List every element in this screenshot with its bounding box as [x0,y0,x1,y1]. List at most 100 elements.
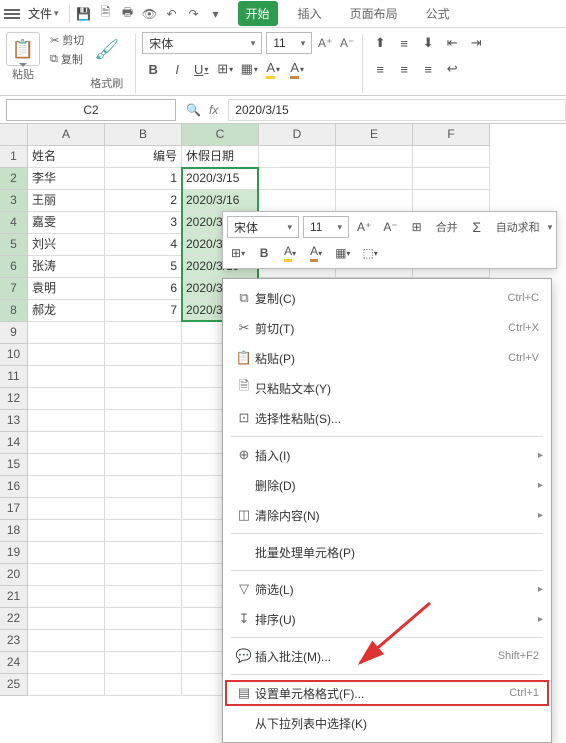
cell[interactable]: 2020/3/16 [182,190,259,212]
cell[interactable] [336,146,413,168]
col-header-A[interactable]: A [28,124,105,146]
cell[interactable] [28,322,105,344]
cell[interactable]: 1 [105,168,182,190]
ctx-insert[interactable]: ⊕ 插入(I) [223,440,551,470]
row-header[interactable]: 12 [0,388,28,410]
ctx-dropdown-pick[interactable]: 从下拉列表中选择(K) [223,708,551,738]
ctx-filter[interactable]: ▽ 筛选(L) [223,574,551,604]
row-header[interactable]: 2 [0,168,28,190]
cell[interactable]: 2020/3/15 [182,168,259,190]
file-menu[interactable]: 文件 ▾ [24,3,63,24]
align-middle-icon[interactable]: ≡ [393,32,415,54]
ctx-delete[interactable]: 删除(D) [223,470,551,500]
row-header[interactable]: 7 [0,278,28,300]
cell[interactable]: 6 [105,278,182,300]
cell[interactable] [28,674,105,696]
row-header[interactable]: 8 [0,300,28,322]
cell[interactable] [28,388,105,410]
underline-button[interactable]: U▾ [190,58,212,80]
increase-font-icon[interactable]: A⁺ [316,36,334,50]
cell[interactable] [413,146,490,168]
paste-button[interactable]: 📋 [6,32,40,66]
cell[interactable] [336,168,413,190]
cell[interactable] [28,366,105,388]
row-header[interactable]: 5 [0,234,28,256]
cell[interactable] [413,190,490,212]
cell[interactable] [105,542,182,564]
cell[interactable] [336,190,413,212]
print-preview-icon[interactable]: 👁 [142,6,158,22]
mini-autosum-icon[interactable]: Σ [466,216,488,238]
ctx-cut[interactable]: ✂ 剪切(T) Ctrl+X [223,313,551,343]
redo-icon[interactable]: ↷ [186,6,202,22]
cell[interactable] [105,586,182,608]
cell[interactable] [105,344,182,366]
cell[interactable]: 姓名 [28,146,105,168]
cell[interactable] [28,520,105,542]
tab-start[interactable]: 开始 [238,1,278,26]
align-left-icon[interactable]: ≡ [369,58,391,80]
row-header[interactable]: 19 [0,542,28,564]
mini-merge-button[interactable]: 合并 [432,216,462,238]
cell[interactable] [413,168,490,190]
align-center-icon[interactable]: ≡ [393,58,415,80]
row-header[interactable]: 15 [0,454,28,476]
row-header[interactable]: 1 [0,146,28,168]
cell[interactable] [105,366,182,388]
cell[interactable] [105,564,182,586]
cell[interactable] [105,476,182,498]
row-header[interactable]: 9 [0,322,28,344]
ctx-clear[interactable]: ◫ 清除内容(N) [223,500,551,530]
ctx-sort[interactable]: ↧ 排序(U) [223,604,551,634]
cell-style-button[interactable]: ▦▾ [238,58,260,80]
cell[interactable] [28,630,105,652]
save-icon[interactable]: 💾 [76,6,92,22]
row-header[interactable]: 21 [0,586,28,608]
cell[interactable]: 张涛 [28,256,105,278]
row-header[interactable]: 16 [0,476,28,498]
row-header[interactable]: 25 [0,674,28,696]
ctx-paste[interactable]: 📋 粘贴(P) Ctrl+V [223,343,551,373]
align-top-icon[interactable]: ⬆ [369,32,391,54]
hamburger-icon[interactable] [4,9,20,19]
cell[interactable]: 李华 [28,168,105,190]
save-as-icon[interactable]: 🗎 [98,6,114,22]
font-size-select[interactable]: 11▾ [266,32,312,54]
cell[interactable] [28,608,105,630]
row-header[interactable]: 17 [0,498,28,520]
cell[interactable] [105,652,182,674]
decrease-font-icon[interactable]: A⁻ [338,36,356,50]
cell[interactable] [28,432,105,454]
ctx-paste-special[interactable]: ⊡ 选择性粘贴(S)... [223,403,551,433]
cell[interactable]: 休假日期 [182,146,259,168]
undo-icon[interactable]: ↶ [164,6,180,22]
row-header[interactable]: 4 [0,212,28,234]
cell[interactable] [105,630,182,652]
align-right-icon[interactable]: ≡ [417,58,439,80]
cell[interactable] [28,476,105,498]
cell[interactable] [259,146,336,168]
tab-layout[interactable]: 页面布局 [342,1,406,26]
cell[interactable] [105,454,182,476]
cell[interactable]: 3 [105,212,182,234]
fx-icon[interactable]: fx [209,103,218,117]
border-button[interactable]: ⊞▾ [214,58,236,80]
qat-more-icon[interactable]: ▾ [208,6,224,22]
cell[interactable] [105,520,182,542]
cell[interactable]: 4 [105,234,182,256]
row-header[interactable]: 14 [0,432,28,454]
row-header[interactable]: 23 [0,630,28,652]
row-header[interactable]: 13 [0,410,28,432]
row-header[interactable]: 11 [0,366,28,388]
font-family-select[interactable]: 宋体▾ [142,32,262,54]
cell[interactable]: 7 [105,300,182,322]
cell[interactable]: 5 [105,256,182,278]
row-header[interactable]: 6 [0,256,28,278]
col-header-C[interactable]: C [182,124,259,146]
cell[interactable] [105,388,182,410]
cell[interactable]: 袁明 [28,278,105,300]
bold-button[interactable]: B [142,58,164,80]
ctx-batch[interactable]: 批量处理单元格(P) [223,537,551,567]
select-all-corner[interactable] [0,124,28,146]
mini-increase-font-icon[interactable]: A⁺ [353,216,375,238]
